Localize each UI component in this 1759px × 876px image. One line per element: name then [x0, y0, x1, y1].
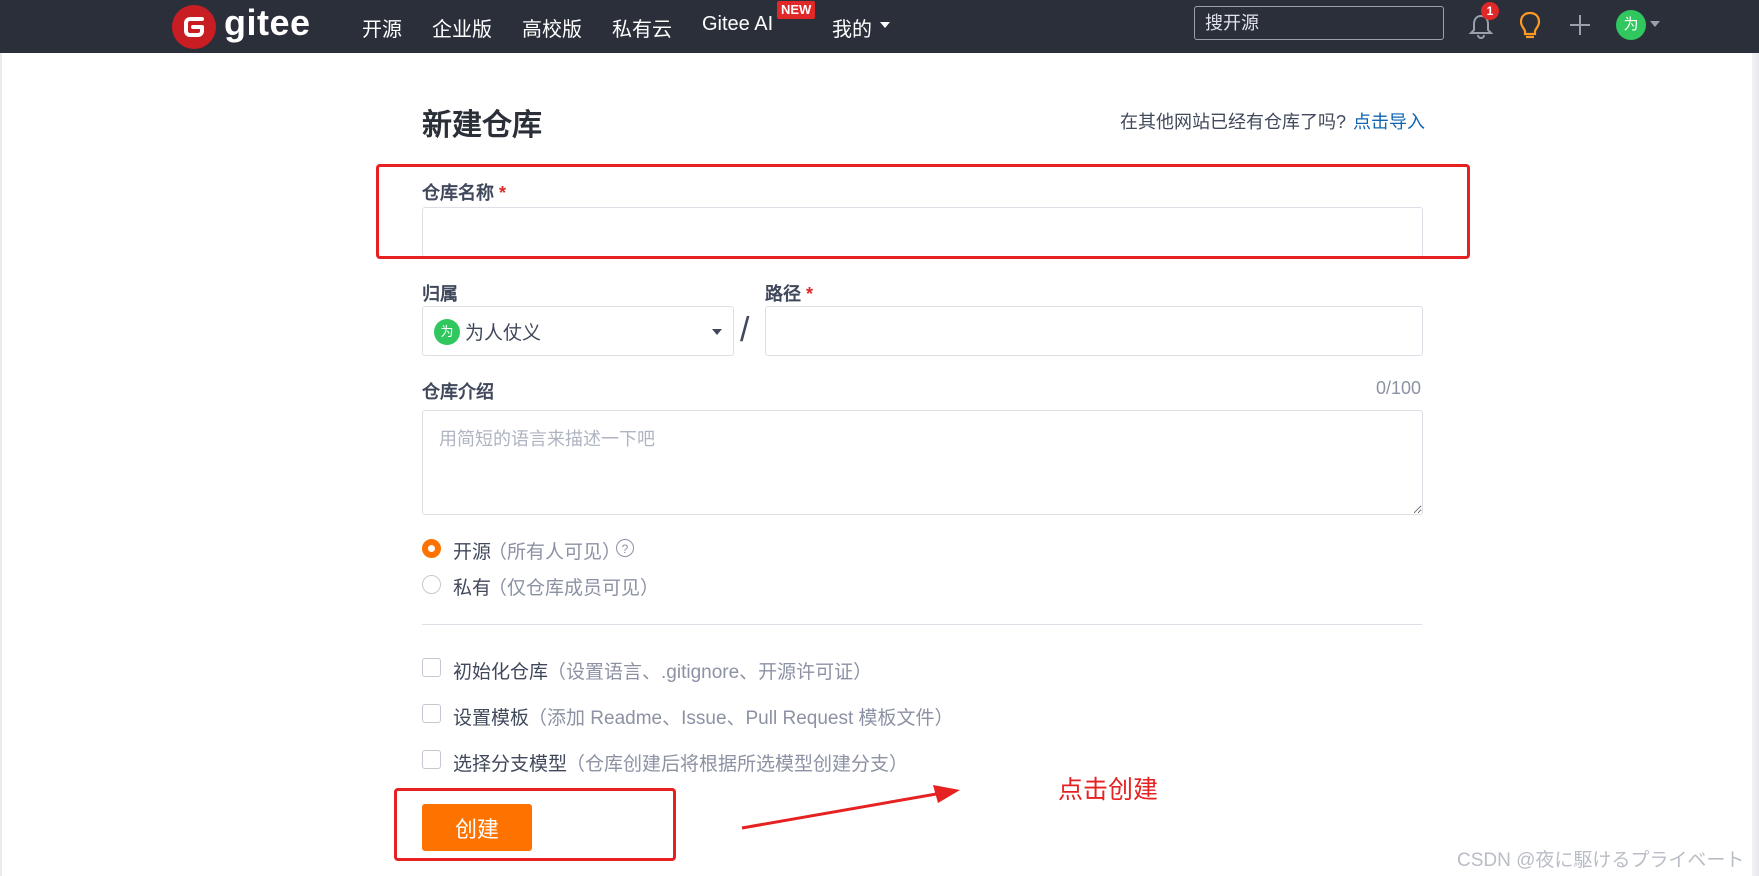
nav-item-mine[interactable]: 我的: [832, 13, 872, 42]
logo-text[interactable]: gitee: [224, 2, 311, 44]
annotation-box-create-button: [394, 788, 676, 861]
chevron-down-icon[interactable]: [880, 22, 890, 28]
branch-model-checkbox[interactable]: [422, 750, 441, 769]
notification-count-badge: 1: [1481, 2, 1499, 20]
init-repo-hint: （设置语言、.gitignore、开源许可证）: [547, 662, 873, 683]
avatar-chevron-down-icon[interactable]: [1650, 21, 1660, 27]
description-textarea[interactable]: [422, 410, 1423, 515]
watermark: CSDN @夜に駆けるプライベート: [1457, 850, 1745, 871]
visibility-public-label[interactable]: 开源: [453, 537, 491, 564]
gitee-logo-glyph: [184, 17, 204, 37]
nav-item-open-source[interactable]: 开源: [362, 13, 402, 42]
branch-model-hint: （仓库创建后将根据所选模型创建分支）: [566, 754, 909, 775]
visibility-public-radio[interactable]: [422, 539, 441, 558]
template-checkbox[interactable]: [422, 704, 441, 723]
page-title: 新建仓库: [422, 109, 542, 142]
template-label[interactable]: 设置模板: [453, 703, 529, 730]
path-label: 路径 *: [765, 280, 813, 306]
plus-icon[interactable]: [1568, 13, 1592, 37]
annotation-box-repo-name: [376, 164, 1470, 259]
nav-item-enterprise[interactable]: 企业版: [432, 13, 492, 42]
annotation-arrow-icon: [741, 785, 960, 830]
nav-item-university[interactable]: 高校版: [522, 13, 582, 42]
page-right-shadow: [1752, 53, 1759, 876]
nav-item-private-cloud[interactable]: 私有云: [612, 13, 672, 42]
visibility-private-label[interactable]: 私有: [453, 573, 491, 600]
import-link[interactable]: 点击导入: [1353, 108, 1425, 134]
import-question: 在其他网站已经有仓库了吗?: [1120, 112, 1347, 132]
visibility-private-hint: （仅仓库成员可见）: [488, 578, 660, 599]
visibility-private-radio[interactable]: [422, 575, 441, 594]
init-repo-checkbox[interactable]: [422, 658, 441, 677]
search-input[interactable]: [1194, 6, 1444, 40]
page-left-edge: [0, 53, 2, 876]
required-mark: *: [806, 284, 814, 304]
nav-item-gitee-ai[interactable]: Gitee AI: [702, 13, 773, 36]
visibility-public-hint: （所有人可见）: [488, 542, 622, 563]
annotation-text: 点击创建: [1058, 776, 1159, 804]
lightbulb-icon[interactable]: [1517, 10, 1543, 42]
owner-caret-down-icon[interactable]: [712, 329, 722, 335]
path-input[interactable]: [765, 306, 1423, 356]
template-hint: （添加 Readme、Issue、Pull Request 模板文件）: [528, 708, 954, 729]
new-badge: NEW: [777, 1, 816, 19]
path-label-text: 路径: [765, 284, 801, 304]
branch-model-label[interactable]: 选择分支模型: [453, 749, 567, 776]
owner-value: 为人仗义: [465, 323, 542, 344]
init-repo-label[interactable]: 初始化仓库: [453, 657, 548, 684]
owner-label: 归属: [422, 284, 458, 304]
description-char-counter: 0/100: [1376, 378, 1422, 398]
user-avatar[interactable]: 为: [1616, 10, 1646, 40]
owner-avatar: 为: [434, 319, 460, 345]
help-icon[interactable]: ?: [616, 539, 634, 557]
section-divider: [422, 624, 1422, 625]
description-label: 仓库介绍: [422, 382, 494, 402]
path-separator: /: [740, 311, 750, 349]
